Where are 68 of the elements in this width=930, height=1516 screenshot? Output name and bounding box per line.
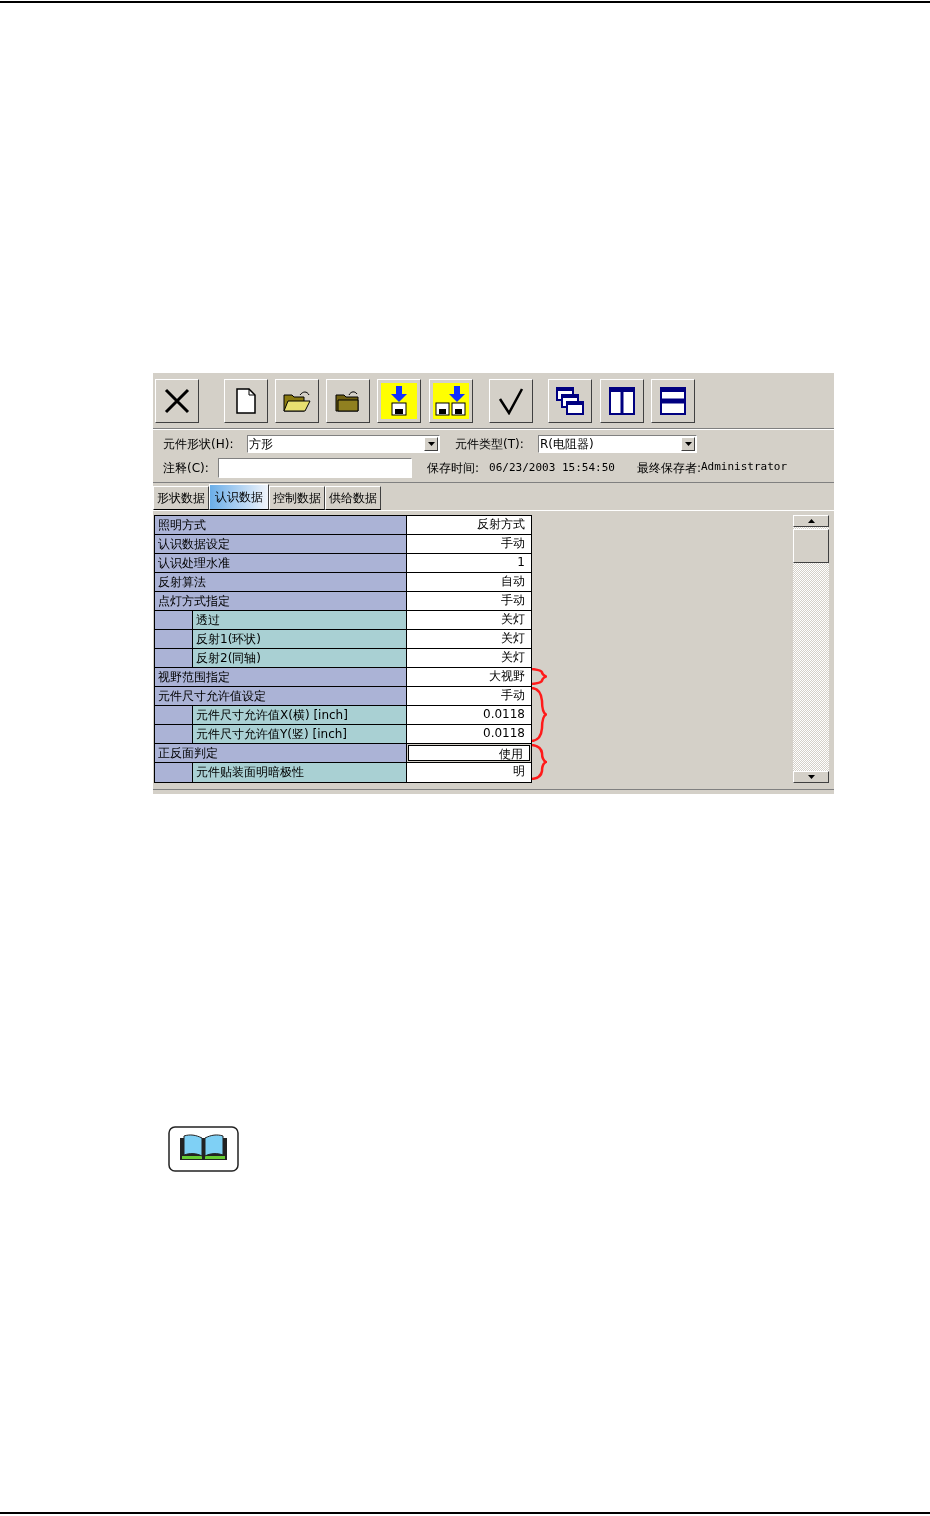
comment-field[interactable]: [218, 458, 412, 478]
scroll-thumb[interactable]: [793, 529, 829, 563]
field-label: 保存时间:: [427, 460, 480, 477]
open-folder-icon: [282, 388, 312, 413]
toolbar-button[interactable]: [377, 378, 421, 423]
toolbar-button[interactable]: [600, 378, 644, 423]
toolbar-button[interactable]: [224, 378, 268, 423]
property-name: 正反面判定: [155, 744, 407, 762]
toolbar-button[interactable]: [651, 378, 695, 423]
scroll-up-icon: [807, 519, 815, 523]
property-name: 认识处理水准: [155, 554, 407, 572]
cascade-windows-icon: [556, 386, 584, 415]
tab[interactable]: 控制数据: [269, 486, 325, 510]
property-value[interactable]: 0.0118: [407, 725, 531, 743]
toolbar-button[interactable]: [489, 378, 533, 423]
property-value[interactable]: 自动: [407, 573, 531, 591]
toolbar-button[interactable]: [548, 378, 592, 423]
saver-name: Administrator: [700, 459, 788, 475]
tab[interactable]: 供给数据: [325, 486, 381, 510]
tile-vertical-icon: [609, 386, 635, 415]
check-icon: [498, 386, 524, 415]
close-icon: [163, 386, 191, 415]
folder-icon: [334, 388, 362, 413]
property-name: 元件尺寸允许值设定: [155, 687, 407, 705]
book-icon: [168, 1126, 239, 1172]
toolbar-button[interactable]: [326, 378, 370, 423]
field-label: 元件形状(H):: [163, 436, 235, 453]
property-value[interactable]: 反射方式: [407, 516, 531, 534]
property-value[interactable]: 1: [407, 554, 531, 572]
property-value[interactable]: 0.0118: [407, 706, 531, 724]
field-label: 注释(C):: [163, 460, 210, 477]
toolbar-button[interactable]: [429, 378, 473, 423]
save-all-icon: [434, 385, 468, 416]
property-value[interactable]: 手动: [407, 535, 531, 553]
property-value[interactable]: 大视野: [407, 668, 531, 686]
property-name: 照明方式: [155, 516, 407, 534]
property-value[interactable]: 关灯: [407, 649, 531, 667]
property-name: 元件尺寸允许值Y(竖) [inch]: [193, 725, 407, 743]
property-value[interactable]: 明: [407, 763, 531, 782]
scrollbar[interactable]: [793, 515, 829, 783]
dropdown[interactable]: 方形: [247, 435, 440, 453]
property-name: 元件贴装面明暗极性: [193, 763, 407, 782]
field-label: 最终保存者:: [636, 460, 701, 477]
property-name: 反射2(同轴): [193, 649, 407, 667]
field-label: 元件类型(T):: [455, 436, 525, 453]
property-name: 反射算法: [155, 573, 407, 591]
property-value[interactable]: 关灯: [407, 630, 531, 648]
caret-icon: [684, 442, 692, 446]
property-name: 反射1(环状): [193, 630, 407, 648]
tile-horizontal-icon: [660, 386, 686, 415]
property-name: 元件尺寸允许值X(横) [inch]: [193, 706, 407, 724]
property-value[interactable]: 手动: [407, 687, 531, 705]
new-file-icon: [235, 387, 257, 414]
property-name: 透过: [193, 611, 407, 629]
toolbar-button[interactable]: [275, 378, 319, 423]
property-name: 认识数据设定: [155, 535, 407, 553]
tab[interactable]: 形状数据: [153, 486, 209, 510]
property-value[interactable]: 使用: [408, 745, 530, 761]
save-time: 06/23/2003 15:54:50: [489, 459, 615, 476]
dropdown[interactable]: R(电阻器): [538, 435, 697, 453]
property-name: 视野范围指定: [155, 668, 407, 686]
scroll-down-icon: [807, 775, 815, 779]
property-value[interactable]: 手动: [407, 592, 531, 610]
caret-icon: [427, 442, 435, 446]
tab[interactable]: 认识数据: [209, 484, 269, 510]
property-name: 点灯方式指定: [155, 592, 407, 610]
toolbar-button[interactable]: [155, 378, 199, 423]
property-value[interactable]: 关灯: [407, 611, 531, 629]
